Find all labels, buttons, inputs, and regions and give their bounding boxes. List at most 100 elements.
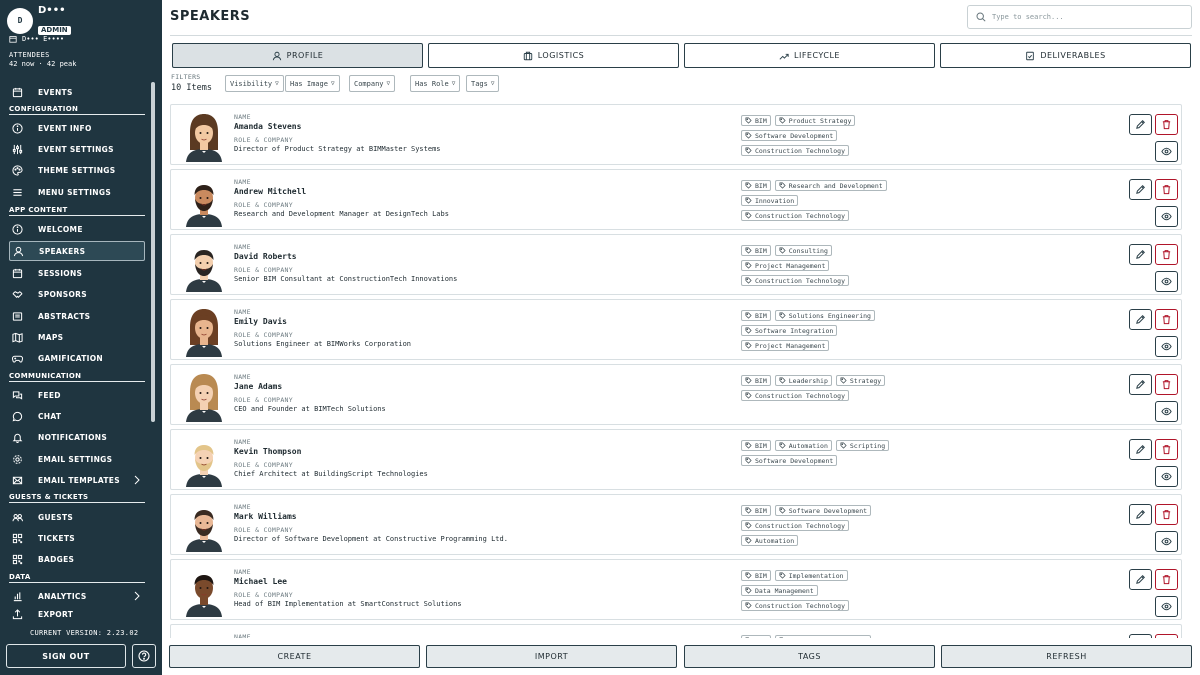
tag-chip[interactable]: BIM: [741, 440, 771, 451]
chevron-right-icon[interactable]: [133, 475, 141, 485]
sidebar-item-tickets[interactable]: TICKETS: [9, 528, 145, 548]
tag-chip[interactable]: BIM: [741, 115, 771, 126]
tag-chip[interactable]: Innovation: [741, 195, 799, 206]
sidebar-item-abstracts[interactable]: ABSTRACTS: [9, 306, 145, 326]
speaker-card[interactable]: NAME Kevin Thompson ROLE & COMPANY Chief Ar…: [170, 429, 1182, 490]
delete-button[interactable]: [1155, 114, 1178, 135]
tab-profile[interactable]: PROFILE: [172, 43, 423, 68]
avatar[interactable]: D: [7, 7, 33, 34]
edit-button[interactable]: [1129, 374, 1152, 395]
sidebar-item-welcome[interactable]: WELCOME: [9, 219, 145, 239]
tag-chip[interactable]: Construction Technology: [741, 600, 850, 611]
sidebar-item-badges[interactable]: BADGES: [9, 549, 145, 569]
delete-button[interactable]: [1155, 504, 1178, 525]
sidebar-item-chat[interactable]: CHAT: [9, 406, 145, 426]
tag-chip[interactable]: Automation: [741, 535, 799, 546]
tags-button[interactable]: TAGS: [684, 645, 935, 668]
sidebar-item-sessions[interactable]: SESSIONS: [9, 263, 145, 283]
sidebar-item-email-templates[interactable]: EMAIL TEMPLATES: [9, 470, 145, 490]
tag-chip[interactable]: Construction Technology: [741, 275, 850, 286]
view-button[interactable]: [1155, 206, 1178, 227]
tag-chip[interactable]: BIM: [741, 505, 771, 516]
import-button[interactable]: IMPORT: [426, 645, 677, 668]
tag-chip[interactable]: Project Management: [741, 260, 830, 271]
current-event[interactable]: D••• E••••: [9, 35, 64, 43]
filter-has-image[interactable]: Has Image ▽: [285, 75, 340, 92]
speaker-card[interactable]: NAME Jane Adams ROLE & COMPANY CEO and Foun…: [170, 364, 1182, 425]
edit-button[interactable]: [1129, 439, 1152, 460]
speaker-card[interactable]: NAMEROLE & COMPANYBIMSoftware Engineerin…: [170, 624, 1182, 638]
tag-chip[interactable]: BIM: [741, 375, 771, 386]
tag-chip[interactable]: Construction Technology: [741, 210, 850, 221]
view-button[interactable]: [1155, 271, 1178, 292]
sidebar-item-gamification[interactable]: GAMIFICATION: [9, 348, 145, 368]
sidebar-scrollbar[interactable]: [151, 82, 155, 422]
tag-chip[interactable]: Consulting: [774, 245, 832, 256]
filter-tags[interactable]: Tags ▽: [466, 75, 500, 92]
edit-button[interactable]: [1129, 179, 1152, 200]
speaker-card[interactable]: NAME Amanda Stevens ROLE & COMPANY Director…: [170, 104, 1182, 165]
sidebar-item-events[interactable]: EVENTS: [9, 82, 145, 102]
tag-chip[interactable]: BIM: [741, 180, 771, 191]
speaker-card[interactable]: NAME David Roberts ROLE & COMPANY Senior BI…: [170, 234, 1182, 295]
edit-button[interactable]: [1129, 569, 1152, 590]
tag-chip[interactable]: Construction Technology: [741, 520, 850, 531]
speaker-card[interactable]: NAME Mark Williams ROLE & COMPANY Director …: [170, 494, 1182, 555]
view-button[interactable]: [1155, 401, 1178, 422]
sidebar-item-export[interactable]: EXPORT: [9, 607, 145, 621]
tab-logistics[interactable]: LOGISTICS: [428, 43, 679, 68]
delete-button[interactable]: [1155, 569, 1178, 590]
sidebar-item-event-settings[interactable]: EVENT SETTINGS: [9, 139, 145, 159]
sidebar-item-theme-settings[interactable]: THEME SETTINGS: [9, 160, 145, 180]
edit-button[interactable]: [1129, 504, 1152, 525]
delete-button[interactable]: [1155, 374, 1178, 395]
sidebar-item-speakers[interactable]: SPEAKERS: [9, 241, 145, 261]
tag-chip[interactable]: Project Management: [741, 340, 830, 351]
speaker-card[interactable]: NAME Emily Davis ROLE & COMPANY Solutions E…: [170, 299, 1182, 360]
sidebar-item-feed[interactable]: FEED: [9, 385, 145, 405]
tag-chip[interactable]: Construction Technology: [741, 390, 850, 401]
search-input[interactable]: [992, 13, 1172, 21]
tag-chip[interactable]: BIM: [741, 245, 771, 256]
tag-chip[interactable]: Data Management: [741, 585, 818, 596]
tag-chip[interactable]: Strategy: [835, 375, 886, 386]
sign-out-button[interactable]: SIGN OUT: [6, 644, 126, 668]
search-box[interactable]: [967, 5, 1192, 29]
view-button[interactable]: [1155, 336, 1178, 357]
tag-chip[interactable]: BIM: [741, 570, 771, 581]
sidebar-item-event-info[interactable]: EVENT INFO: [9, 118, 145, 138]
create-button[interactable]: CREATE: [169, 645, 420, 668]
tag-chip[interactable]: Software Development: [774, 505, 872, 516]
filter-has-role[interactable]: Has Role ▽: [410, 75, 461, 92]
sidebar-item-email-settings[interactable]: EMAIL SETTINGS: [9, 449, 145, 469]
view-button[interactable]: [1155, 141, 1178, 162]
speaker-card[interactable]: NAME Michael Lee ROLE & COMPANY Head of BIM…: [170, 559, 1182, 620]
user-profile[interactable]: D D••• ADMIN: [7, 5, 71, 36]
speaker-card[interactable]: NAME Andrew Mitchell ROLE & COMPANY Researc…: [170, 169, 1182, 230]
tag-chip[interactable]: Research and Development: [774, 180, 887, 191]
edit-button[interactable]: [1129, 244, 1152, 265]
tag-chip[interactable]: BIM: [741, 310, 771, 321]
delete-button[interactable]: [1155, 439, 1178, 460]
sidebar-item-menu-settings[interactable]: MENU SETTINGS: [9, 182, 145, 202]
filter-company[interactable]: Company ▽: [349, 75, 396, 92]
view-button[interactable]: [1155, 466, 1178, 487]
tag-chip[interactable]: Software Development: [741, 455, 838, 466]
sidebar-item-maps[interactable]: MAPS: [9, 327, 145, 347]
refresh-button[interactable]: REFRESH: [941, 645, 1192, 668]
tag-chip[interactable]: Solutions Engineering: [774, 310, 875, 321]
filter-visibility[interactable]: Visibility ▽: [225, 75, 284, 92]
chevron-right-icon[interactable]: [133, 591, 141, 601]
delete-button[interactable]: [1155, 309, 1178, 330]
tag-chip[interactable]: Scripting: [835, 440, 890, 451]
tag-chip[interactable]: Construction Technology: [741, 145, 850, 156]
view-button[interactable]: [1155, 531, 1178, 552]
edit-button[interactable]: [1129, 114, 1152, 135]
tag-chip[interactable]: Implementation: [774, 570, 848, 581]
sidebar-item-sponsors[interactable]: SPONSORS: [9, 284, 145, 304]
sidebar-item-notifications[interactable]: NOTIFICATIONS: [9, 427, 145, 447]
delete-button[interactable]: [1155, 244, 1178, 265]
view-button[interactable]: [1155, 596, 1178, 617]
tag-chip[interactable]: Product Strategy: [774, 115, 856, 126]
tag-chip[interactable]: Leadership: [774, 375, 832, 386]
